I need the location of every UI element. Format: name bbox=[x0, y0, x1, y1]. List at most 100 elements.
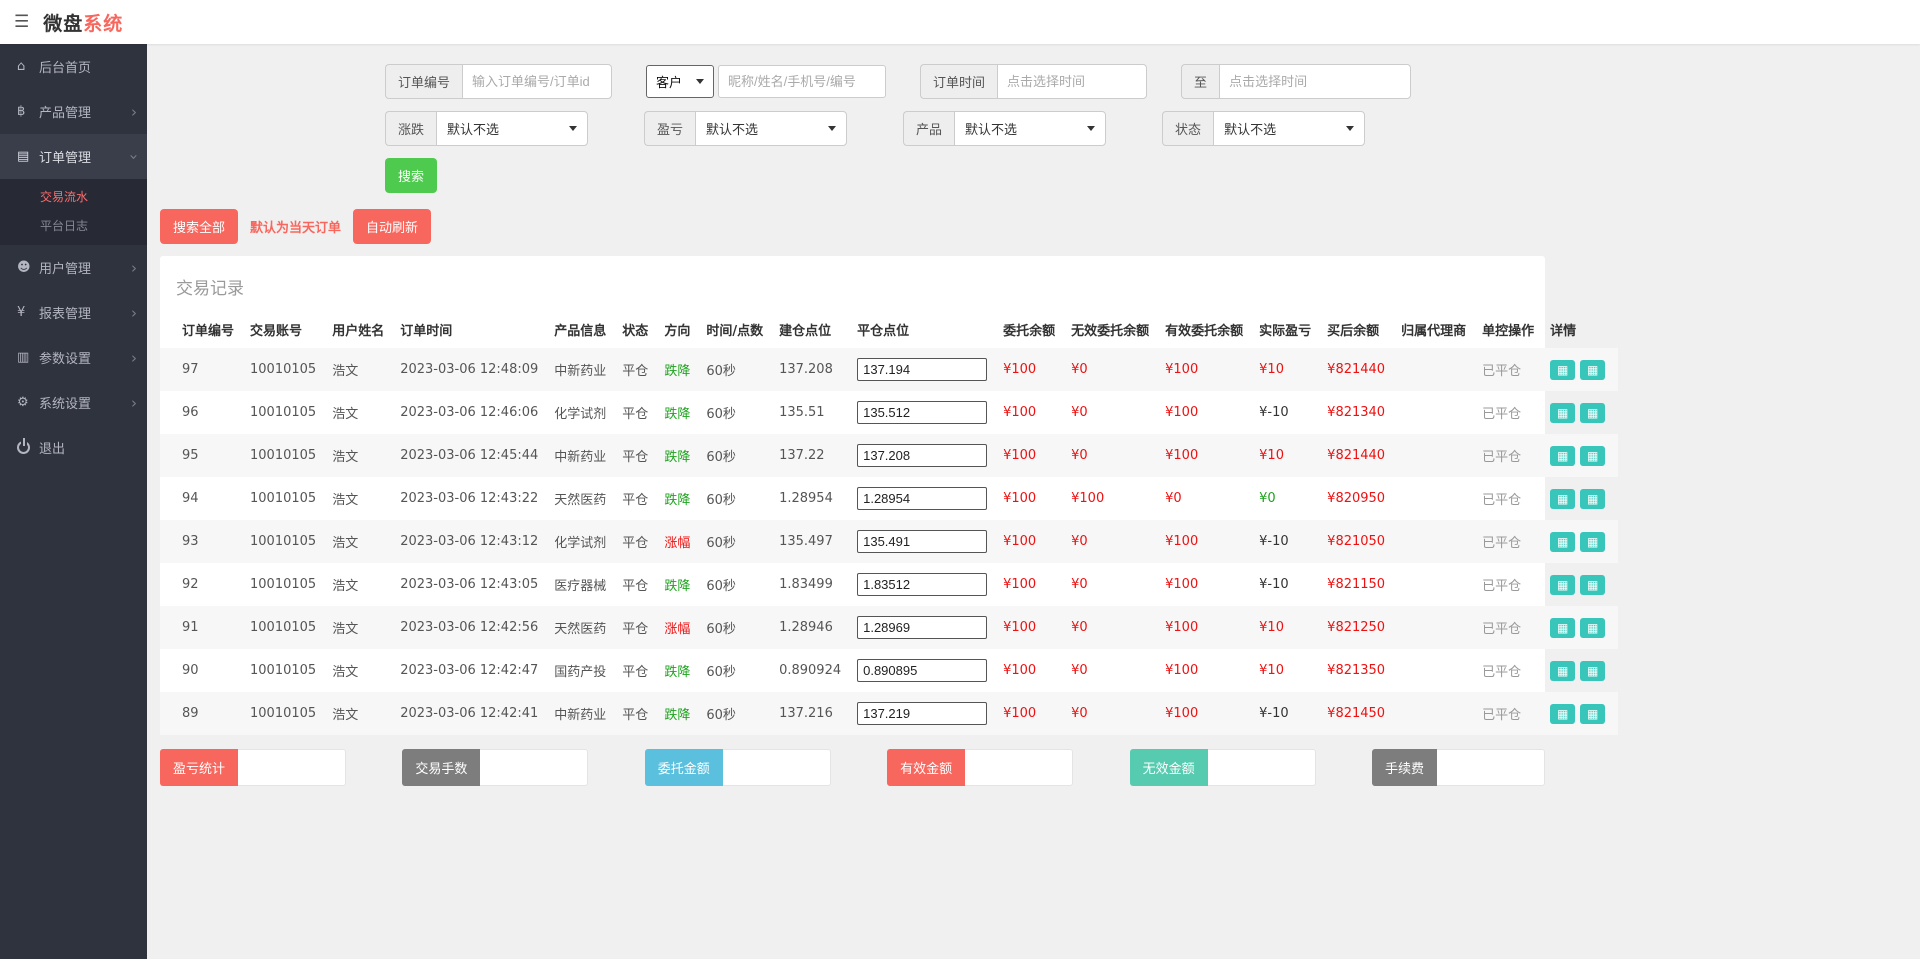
sidebar-item-reports[interactable]: ¥ 报表管理 › bbox=[0, 290, 147, 335]
summary-label[interactable]: 盈亏统计 bbox=[160, 749, 239, 786]
sidebar-item-system[interactable]: ⚙ 系统设置 › bbox=[0, 380, 147, 425]
summary-label[interactable]: 有效金额 bbox=[887, 749, 966, 786]
cell: ¥821250 bbox=[1327, 620, 1386, 635]
cell: 浩文 bbox=[332, 708, 359, 723]
order-detail-button[interactable]: ▦ bbox=[1580, 402, 1606, 423]
cell: ¥100 bbox=[1165, 534, 1199, 549]
order-detail-button[interactable]: ▦ bbox=[1550, 660, 1576, 681]
cell bbox=[1393, 348, 1474, 391]
brand-red: 系统 bbox=[83, 12, 124, 35]
trade-records-panel: 交易记录 订单编号 交易账号 用户姓名 订单时间 产品信息 状态 方向 时间/点数 建仓点位 平仓… bbox=[160, 256, 1619, 735]
sidebar-item-label: 后台首页 bbox=[39, 61, 92, 76]
sidebar-subitem-trade-flow[interactable]: 交易流水 bbox=[0, 183, 147, 212]
close-point-cell bbox=[849, 649, 995, 692]
cell: 已平仓 bbox=[1482, 493, 1522, 508]
order-detail-button[interactable]: ▦ bbox=[1580, 445, 1606, 466]
order-detail-button[interactable]: ▦ bbox=[1550, 488, 1576, 509]
sidebar-item-home[interactable]: ⌂ 后台首页 bbox=[0, 44, 147, 89]
order-detail-button[interactable]: ▦ bbox=[1580, 617, 1606, 638]
search-button[interactable]: 搜索 bbox=[385, 158, 438, 193]
cell: ¥-10 bbox=[1259, 534, 1289, 549]
cell: 60秒 bbox=[706, 665, 736, 680]
order-detail-button[interactable]: ▦ bbox=[1580, 531, 1606, 552]
search-all-button[interactable]: 搜索全部 bbox=[160, 209, 239, 244]
order-detail-button[interactable]: ▦ bbox=[1580, 359, 1606, 380]
cell: 10010105 bbox=[250, 577, 317, 592]
table-row: 92 10010105 浩文 2023-03-06 12:43:05 医疗器械 平仓 跌降 6… bbox=[160, 563, 1618, 606]
column-header: 有效委托余额 bbox=[1165, 324, 1244, 339]
close-point-input[interactable] bbox=[857, 659, 988, 682]
chevron-down-icon bbox=[828, 126, 837, 131]
summary-label[interactable]: 交易手数 bbox=[402, 749, 481, 786]
order-detail-button[interactable]: ▦ bbox=[1550, 703, 1576, 724]
order-detail-button[interactable]: ▦ bbox=[1580, 660, 1606, 681]
close-point-input[interactable] bbox=[857, 573, 988, 596]
cell: 平仓 bbox=[622, 407, 649, 422]
pnl-select[interactable]: 默认不选 bbox=[695, 111, 848, 146]
cell: 浩文 bbox=[332, 364, 359, 379]
cell: ¥821150 bbox=[1327, 577, 1386, 592]
chevron-right-icon: › bbox=[131, 303, 137, 322]
order-detail-button[interactable]: ▦ bbox=[1550, 359, 1576, 380]
order-detail-button[interactable]: ▦ bbox=[1550, 617, 1576, 638]
order-detail-button[interactable]: ▦ bbox=[1550, 531, 1576, 552]
close-point-input[interactable] bbox=[857, 487, 988, 510]
close-point-input[interactable] bbox=[857, 358, 988, 381]
yen-icon: ¥ bbox=[17, 305, 26, 320]
close-point-input[interactable] bbox=[857, 616, 988, 639]
updown-select[interactable]: 默认不选 bbox=[436, 111, 589, 146]
to-label: 至 bbox=[1181, 64, 1220, 99]
sidebar-item-products[interactable]: ฿ 产品管理 › bbox=[0, 89, 147, 134]
sidebar-item-users[interactable]: ☻ 用户管理 › bbox=[0, 245, 147, 290]
time-from-input[interactable] bbox=[997, 64, 1148, 99]
cell: 跌降 bbox=[664, 579, 691, 594]
order-detail-button[interactable]: ▦ bbox=[1550, 574, 1576, 595]
order-no-input[interactable] bbox=[462, 64, 613, 99]
close-point-input[interactable] bbox=[857, 401, 988, 424]
sidebar-item-params[interactable]: ▥ 参数设置 › bbox=[0, 335, 147, 380]
time-to-input[interactable] bbox=[1219, 64, 1412, 99]
cell: 化学试剂 bbox=[554, 407, 607, 422]
order-detail-button[interactable]: ▦ bbox=[1550, 445, 1576, 466]
order-detail-button[interactable]: ▦ bbox=[1550, 402, 1576, 423]
column-header: 方向 bbox=[664, 324, 691, 339]
sidebar-submenu: 交易流水 平台日志 bbox=[0, 179, 147, 245]
summary-label[interactable]: 委托金额 bbox=[644, 749, 723, 786]
sidebar-item-orders[interactable]: ▤ 订单管理 › bbox=[0, 134, 147, 179]
chevron-right-icon: › bbox=[131, 258, 137, 277]
column-header: 用户姓名 bbox=[332, 324, 385, 339]
order-detail-button[interactable]: ▦ bbox=[1580, 488, 1606, 509]
cell: ¥0 bbox=[1259, 491, 1276, 506]
hamburger-menu-icon[interactable]: ☰ bbox=[14, 12, 29, 32]
table-body: 97 10010105 浩文 2023-03-06 12:48:09 中新药业 平仓 跌降 6… bbox=[160, 348, 1619, 735]
summary-label[interactable]: 无效金额 bbox=[1129, 749, 1208, 786]
cell: 已平仓 bbox=[1482, 407, 1522, 422]
close-point-input[interactable] bbox=[857, 702, 988, 725]
customer-type-select[interactable]: 客户 bbox=[646, 65, 715, 98]
cell: 89 bbox=[182, 706, 199, 721]
panel-title: 交易记录 bbox=[176, 279, 244, 299]
cell: ¥821350 bbox=[1327, 663, 1386, 678]
cell: ¥0 bbox=[1071, 577, 1088, 592]
cell: 60秒 bbox=[706, 708, 736, 723]
sidebar-item-logout[interactable]: 退出 bbox=[0, 425, 147, 470]
cell: 10010105 bbox=[250, 405, 317, 420]
cell: ¥821440 bbox=[1327, 448, 1386, 463]
auto-refresh-button[interactable]: 自动刷新 bbox=[353, 209, 432, 244]
sidebar-subitem-platform-log[interactable]: 平台日志 bbox=[0, 212, 147, 241]
cell: ¥100 bbox=[1071, 491, 1105, 506]
cell: ¥0 bbox=[1071, 362, 1088, 377]
status-select[interactable]: 默认不选 bbox=[1213, 111, 1366, 146]
summary-group-valid-amount: 有效金额 bbox=[887, 749, 1074, 786]
cell: 2023-03-06 12:43:12 bbox=[400, 534, 539, 549]
order-detail-button[interactable]: ▦ bbox=[1580, 574, 1606, 595]
close-point-input[interactable] bbox=[857, 530, 988, 553]
product-select[interactable]: 默认不选 bbox=[954, 111, 1107, 146]
sidebar-item-label: 退出 bbox=[39, 442, 66, 457]
close-point-input[interactable] bbox=[857, 444, 988, 467]
summary-label[interactable]: 手续费 bbox=[1371, 749, 1437, 786]
order-detail-button[interactable]: ▦ bbox=[1580, 703, 1606, 724]
cell: 137.22 bbox=[779, 448, 825, 463]
table-grid-icon: ▦ bbox=[1556, 534, 1569, 549]
customer-input[interactable] bbox=[718, 65, 887, 98]
